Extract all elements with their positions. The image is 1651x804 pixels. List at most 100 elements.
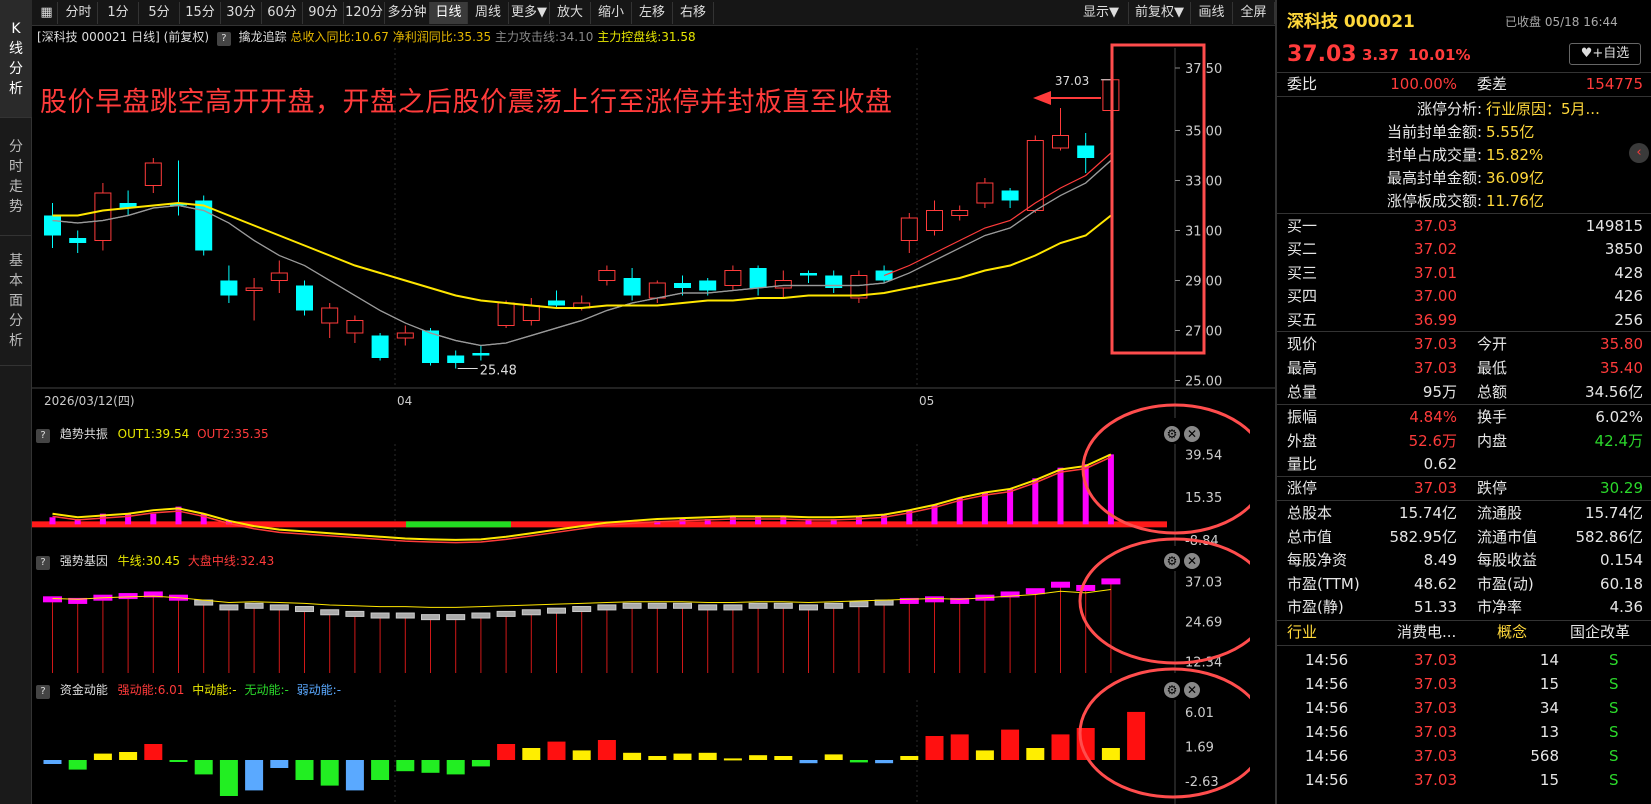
help-icon[interactable]: ? xyxy=(36,685,50,699)
candle[interactable] xyxy=(94,183,112,251)
period-button-9[interactable]: 日线 xyxy=(430,2,468,24)
period-button-14[interactable]: 左移 xyxy=(632,2,673,24)
weibi-value: 100.00% xyxy=(1390,75,1457,93)
tab-fundamental-analysis[interactable]: 基本面分析 xyxy=(0,236,32,366)
period-button-13[interactable]: 缩小 xyxy=(591,2,632,24)
fund-bar xyxy=(270,760,289,768)
tick-price: 37.03 xyxy=(1414,747,1457,765)
candle-body xyxy=(976,182,994,204)
help-icon[interactable]: ? xyxy=(36,429,50,443)
gene-bar xyxy=(622,602,642,609)
nav-char: 析 xyxy=(9,332,23,349)
nav-char: 基 xyxy=(9,252,23,269)
stat-value: 0.62 xyxy=(1423,455,1457,474)
fund-bar xyxy=(522,748,541,760)
toolbar-right-button-0[interactable]: 显示▼ xyxy=(1074,2,1129,24)
candle[interactable] xyxy=(850,270,868,304)
gene-bar xyxy=(395,612,415,619)
tick-side: S xyxy=(1609,675,1619,693)
gene-bar xyxy=(597,604,617,611)
stat-value: 34.56亿 xyxy=(1585,383,1643,401)
candle[interactable] xyxy=(976,178,994,208)
highlight-ellipse-fund xyxy=(1078,667,1250,799)
toolbar-right-button-1[interactable]: 前复权▼ xyxy=(1129,2,1191,24)
gene-bar xyxy=(673,602,692,609)
period-button-5[interactable]: 60分 xyxy=(262,2,303,24)
fund-value: 51.33 xyxy=(1414,598,1457,617)
fund-bar xyxy=(749,755,768,760)
tick-side: S xyxy=(1609,771,1619,789)
period-button-3[interactable]: 15分 xyxy=(180,2,221,24)
fund-key: 每股净资 xyxy=(1287,551,1348,570)
help-icon[interactable]: ? xyxy=(36,556,50,570)
industry-tag[interactable]: 消费电... xyxy=(1397,620,1456,644)
attack-line-value: 主力攻击线:34.10 xyxy=(494,30,594,44)
period-button-6[interactable]: 90分 xyxy=(303,2,344,24)
candle-body xyxy=(270,272,288,281)
trend-bar xyxy=(679,519,686,525)
period-button-10[interactable]: 周线 xyxy=(468,2,509,24)
stat-row: 总量 95万 总额 34.56亿 xyxy=(1277,380,1651,404)
collapse-arrow-icon[interactable]: ‹ xyxy=(1629,143,1649,163)
nav-char: 面 xyxy=(9,292,23,309)
gene-bar xyxy=(471,612,491,619)
market-mid-value: 大盘中线:32.43 xyxy=(187,554,275,568)
candle[interactable] xyxy=(497,300,515,329)
candle-body xyxy=(220,280,238,296)
gene-bar xyxy=(773,602,793,609)
fundamental-row: 总市值 582.95亿 流通市值 582.86亿 xyxy=(1277,525,1651,549)
stat-value: 35.80 xyxy=(1600,335,1643,353)
gene-bar xyxy=(698,604,718,611)
market-status: 已收盘 05/18 16:44 xyxy=(1505,15,1618,29)
left-nav: K线分析 分时走势 基本面分析 xyxy=(0,0,32,804)
candle[interactable] xyxy=(1026,135,1044,214)
candle-body xyxy=(396,332,414,339)
period-button-8[interactable]: 多分钟 xyxy=(385,2,430,24)
stat-row: 量比 0.62 xyxy=(1277,452,1651,476)
fundamental-row: 总股本 15.74亿 流通股 15.74亿 xyxy=(1277,501,1651,525)
candle-body xyxy=(800,273,817,276)
stat-key: 今开 xyxy=(1477,335,1508,353)
candle[interactable] xyxy=(371,333,389,361)
limit-key: 最高封单金额: xyxy=(1386,169,1482,187)
bid-volume: 428 xyxy=(1614,263,1643,282)
nav-char: 分 xyxy=(9,60,23,77)
highlight-overlay xyxy=(1078,43,1250,799)
fund-key: 总股本 xyxy=(1287,504,1333,522)
add-watchlist-button[interactable]: ♥+自选 xyxy=(1569,43,1641,65)
toolbar-right-button-2[interactable]: 画线 xyxy=(1191,2,1233,24)
period-button-7[interactable]: 120分 xyxy=(344,2,385,24)
period-button-15[interactable]: 右移 xyxy=(673,2,714,24)
quote-panel: 深科技 000021 已收盘 05/18 16:44 37.03 3.37 10… xyxy=(1275,0,1651,804)
price-change: 3.37 xyxy=(1362,46,1400,64)
period-button-12[interactable]: 放大 xyxy=(550,2,591,24)
period-button-0[interactable]: 分时 xyxy=(60,2,98,24)
gene-bar xyxy=(446,614,466,621)
period-button-4[interactable]: 30分 xyxy=(221,2,262,24)
concept-tag[interactable]: 国企改革 xyxy=(1570,620,1630,644)
fund-key: 流通股 xyxy=(1477,504,1523,522)
trend-panel-header: ? 趋势共振 OUT1:39.54 OUT2:35.35 xyxy=(32,424,1195,444)
fund-bar xyxy=(849,760,868,763)
period-button-1[interactable]: 1分 xyxy=(98,2,139,24)
candle[interactable] xyxy=(296,280,313,316)
gene-bar xyxy=(748,602,768,609)
period-button-11[interactable]: 更多▼ xyxy=(509,2,550,24)
stat-row: 外盘 52.6万 内盘 42.4万 xyxy=(1277,429,1651,453)
period-button-2[interactable]: 5分 xyxy=(139,2,180,24)
fund-value: 582.95亿 xyxy=(1389,527,1458,546)
stat-value: 6.02% xyxy=(1595,408,1643,426)
menu-grid-icon[interactable]: ▦ xyxy=(36,2,58,24)
candle-body xyxy=(522,305,540,321)
stat-key: 总量 xyxy=(1287,383,1318,401)
fund-bar xyxy=(572,750,591,760)
fund-bar xyxy=(421,760,440,773)
nav-char: 析 xyxy=(9,80,23,97)
limit-analysis-row: 最高封单金额: 36.09亿 xyxy=(1277,166,1651,190)
tab-intraday-trend[interactable]: 分时走势 xyxy=(0,118,32,236)
candle-body xyxy=(472,353,490,356)
help-icon[interactable]: ? xyxy=(216,32,231,46)
tab-kline-analysis[interactable]: K线分析 xyxy=(0,0,32,118)
toolbar-right-button-3[interactable]: 全屏 xyxy=(1233,2,1275,24)
gene-bar xyxy=(849,601,869,608)
